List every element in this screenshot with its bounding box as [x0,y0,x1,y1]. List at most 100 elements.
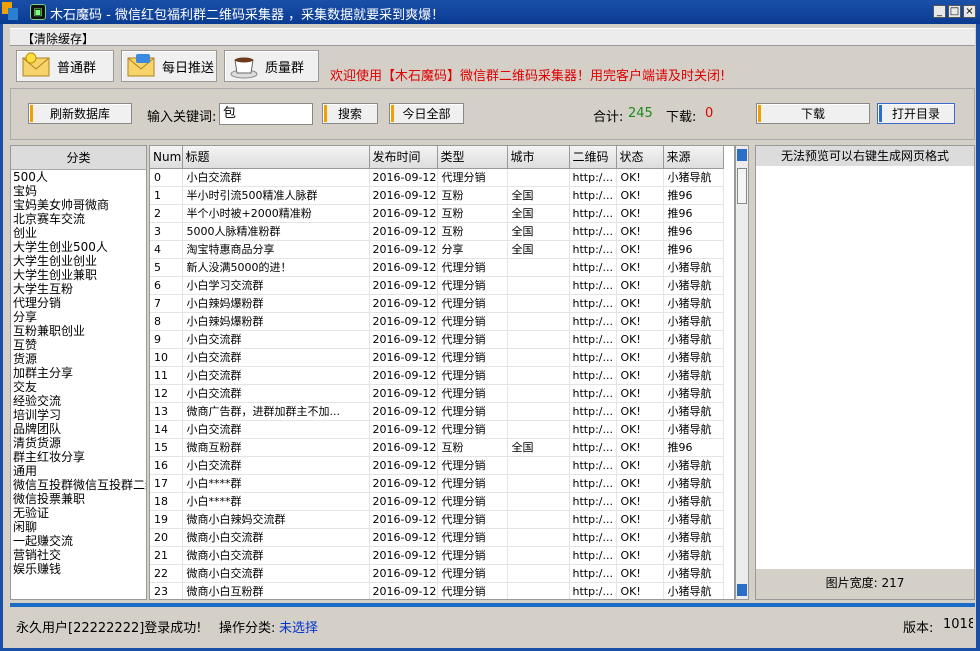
column-header[interactable]: 标题 [182,146,370,169]
row-qrcode: http:/... [569,240,617,259]
category-item[interactable]: 500人 [13,170,146,184]
category-item[interactable]: 大学生创业兼职 [13,268,146,282]
row-source: 小猪导航 [663,582,724,599]
maximize-button[interactable]: □ [948,5,961,18]
category-item[interactable]: 代理分销 [13,296,146,310]
table-row[interactable]: 7 小白辣妈爆粉群 2016-09-12 代理分销 http:/... OK! 小猪导航 [150,294,724,313]
table-row[interactable]: 15 微商互粉群 2016-09-12 互粉 全国 http:/... OK! 推96 [150,438,724,457]
today-all-button[interactable]: 今日全部 [389,103,464,124]
row-title: 小白交流群 [182,420,370,439]
table-row[interactable]: 13 微商广告群，进群加群主不加... 2016-09-12 代理分销 http:/..… [150,402,724,421]
category-item[interactable]: 加群主分享 [13,366,146,380]
category-item[interactable]: 互粉兼职创业 [13,324,146,338]
category-item[interactable]: 培训学习 [13,408,146,422]
category-item[interactable]: 北京赛车交流 [13,212,146,226]
row-qrcode: http:/... [569,204,617,223]
category-item[interactable]: 娱乐赚钱 [13,562,146,576]
scroll-thumb[interactable] [737,168,747,204]
table-row[interactable]: 17 小白****群 2016-09-12 代理分销 http:/... OK! 小猪导航 [150,474,724,493]
category-item[interactable]: 宝妈 [13,184,146,198]
table-row[interactable]: 0 小白交流群 2016-09-12 代理分销 http:/... OK! 小猪导航 [150,168,724,187]
close-button[interactable]: × [963,5,976,18]
quality-group-button[interactable]: 质量群 [224,50,319,82]
category-item[interactable]: 大学生互粉 [13,282,146,296]
row-source: 推96 [663,240,724,259]
category-item[interactable]: 微信投票兼职 [13,492,146,506]
row-status: OK! [616,366,664,385]
table-row[interactable]: 5 新人没满5000的进！ 2016-09-12 代理分销 http:/... OK! 小猪… [150,258,724,277]
open-directory-button[interactable]: 打开目录 [877,103,955,124]
table-row[interactable]: 1 半小时引流500精准人脉群 2016-09-12 互粉 全国 http:/... OK!… [150,186,724,205]
row-num: 17 [150,474,183,493]
category-item[interactable]: 闲聊 [13,520,146,534]
row-date: 2016-09-12 [369,564,438,583]
table-row[interactable]: 9 小白交流群 2016-09-12 代理分销 http:/... OK! 小猪导航 [150,330,724,349]
table-row[interactable]: 23 微商小白互粉群 2016-09-12 代理分销 http:/... OK! 小猪导航 [150,582,724,599]
keyword-input[interactable]: 包 [219,103,313,125]
category-item[interactable]: 创业 [13,226,146,240]
row-title: 微商小白互粉群 [182,582,370,599]
table-row[interactable]: 6 小白学习交流群 2016-09-12 代理分销 http:/... OK! 小猪导航 [150,276,724,295]
category-item[interactable]: 大学生创业创业 [13,254,146,268]
search-button[interactable]: 搜索 [322,103,378,124]
row-qrcode: http:/... [569,276,617,295]
category-item[interactable]: 货源 [13,352,146,366]
clear-cache-menu[interactable]: 【清除缓存】 [22,30,94,47]
column-header[interactable]: 状态 [616,146,664,169]
refresh-database-button[interactable]: 刷新数据库 [28,103,132,124]
table-row[interactable]: 14 小白交流群 2016-09-12 代理分销 http:/... OK! 小猪导航 [150,420,724,439]
table-row[interactable]: 18 小白****群 2016-09-12 代理分销 http:/... OK! 小猪导航 [150,492,724,511]
row-date: 2016-09-12 [369,168,438,187]
table-row[interactable]: 20 微商小白交流群 2016-09-12 代理分销 http:/... OK! 小猪导航 [150,528,724,547]
table-row[interactable]: 10 小白交流群 2016-09-12 代理分销 http:/... OK! 小猪导航 [150,348,724,367]
category-item[interactable]: 品牌团队 [13,422,146,436]
scroll-up-button[interactable] [737,149,747,161]
category-item[interactable]: 无验证 [13,506,146,520]
category-item[interactable]: 交友 [13,380,146,394]
column-header[interactable]: 类型 [437,146,508,169]
row-qrcode: http:/... [569,438,617,457]
row-qrcode: http:/... [569,456,617,475]
row-source: 小猪导航 [663,294,724,313]
table-row[interactable]: 12 小白交流群 2016-09-12 代理分销 http:/... OK! 小猪导航 [150,384,724,403]
minimize-button[interactable]: _ [933,5,946,18]
grid-scrollbar[interactable] [735,145,749,600]
category-item[interactable]: 微信互投群微信互投群二维 [13,478,146,492]
column-header[interactable]: Num [150,146,183,169]
table-row[interactable]: 2 半个小时被+2000精准粉 2016-09-12 互粉 全国 http:/... OK!… [150,204,724,223]
category-panel: 分类 500人 宝妈 宝妈美女帅哥微商 北京赛车交流 创业 大学生创业500人 大学生创业创… [10,145,147,600]
normal-group-button[interactable]: 普通群 [16,50,114,82]
category-item[interactable]: 一起赚交流 [13,534,146,548]
download-button[interactable]: 下载 [756,103,870,124]
row-date: 2016-09-12 [369,258,438,277]
row-qrcode: http:/... [569,258,617,277]
image-width-footer: 图片宽度: 217 [756,569,974,599]
category-item[interactable]: 大学生创业500人 [13,240,146,254]
daily-push-label: 每日推送 [162,60,215,76]
row-num: 2 [150,204,183,223]
column-header[interactable]: 来源 [663,146,724,169]
row-status: OK! [616,204,664,223]
column-header[interactable]: 发布时间 [369,146,438,169]
category-item[interactable]: 经验交流 [13,394,146,408]
table-row[interactable]: 11 小白交流群 2016-09-12 代理分销 http:/... OK! 小猪导航 [150,366,724,385]
category-item[interactable]: 群主红妆分享 [13,450,146,464]
column-header[interactable]: 城市 [507,146,570,169]
daily-push-button[interactable]: 每日推送 [121,50,217,82]
category-item[interactable]: 通用 [13,464,146,478]
category-item[interactable]: 分享 [13,310,146,324]
category-item[interactable]: 清货货源 [13,436,146,450]
table-row[interactable]: 19 微商小白辣妈交流群 2016-09-12 代理分销 http:/... OK! 小猪导… [150,510,724,529]
scroll-down-button[interactable] [737,584,747,596]
category-item[interactable]: 互赞 [13,338,146,352]
category-item[interactable]: 营销社交 [13,548,146,562]
table-row[interactable]: 16 小白交流群 2016-09-12 代理分销 http:/... OK! 小猪导航 [150,456,724,475]
table-row[interactable]: 21 微商小白交流群 2016-09-12 代理分销 http:/... OK! 小猪导航 [150,546,724,565]
table-row[interactable]: 22 微商小白交流群 2016-09-12 代理分销 http:/... OK! 小猪导航 [150,564,724,583]
column-header[interactable]: 二维码 [569,146,617,169]
table-row[interactable]: 8 小白辣妈爆粉群 2016-09-12 代理分销 http:/... OK! 小猪导航 [150,312,724,331]
category-item[interactable]: 宝妈美女帅哥微商 [13,198,146,212]
table-row[interactable]: 3 5000人脉精准粉群 2016-09-12 互粉 全国 http:/... OK! 推96 [150,222,724,241]
table-row[interactable]: 4 淘宝特惠商品分享 2016-09-12 分享 全国 http:/... OK! 推96 [150,240,724,259]
download-count-label: 下载: [666,110,697,125]
